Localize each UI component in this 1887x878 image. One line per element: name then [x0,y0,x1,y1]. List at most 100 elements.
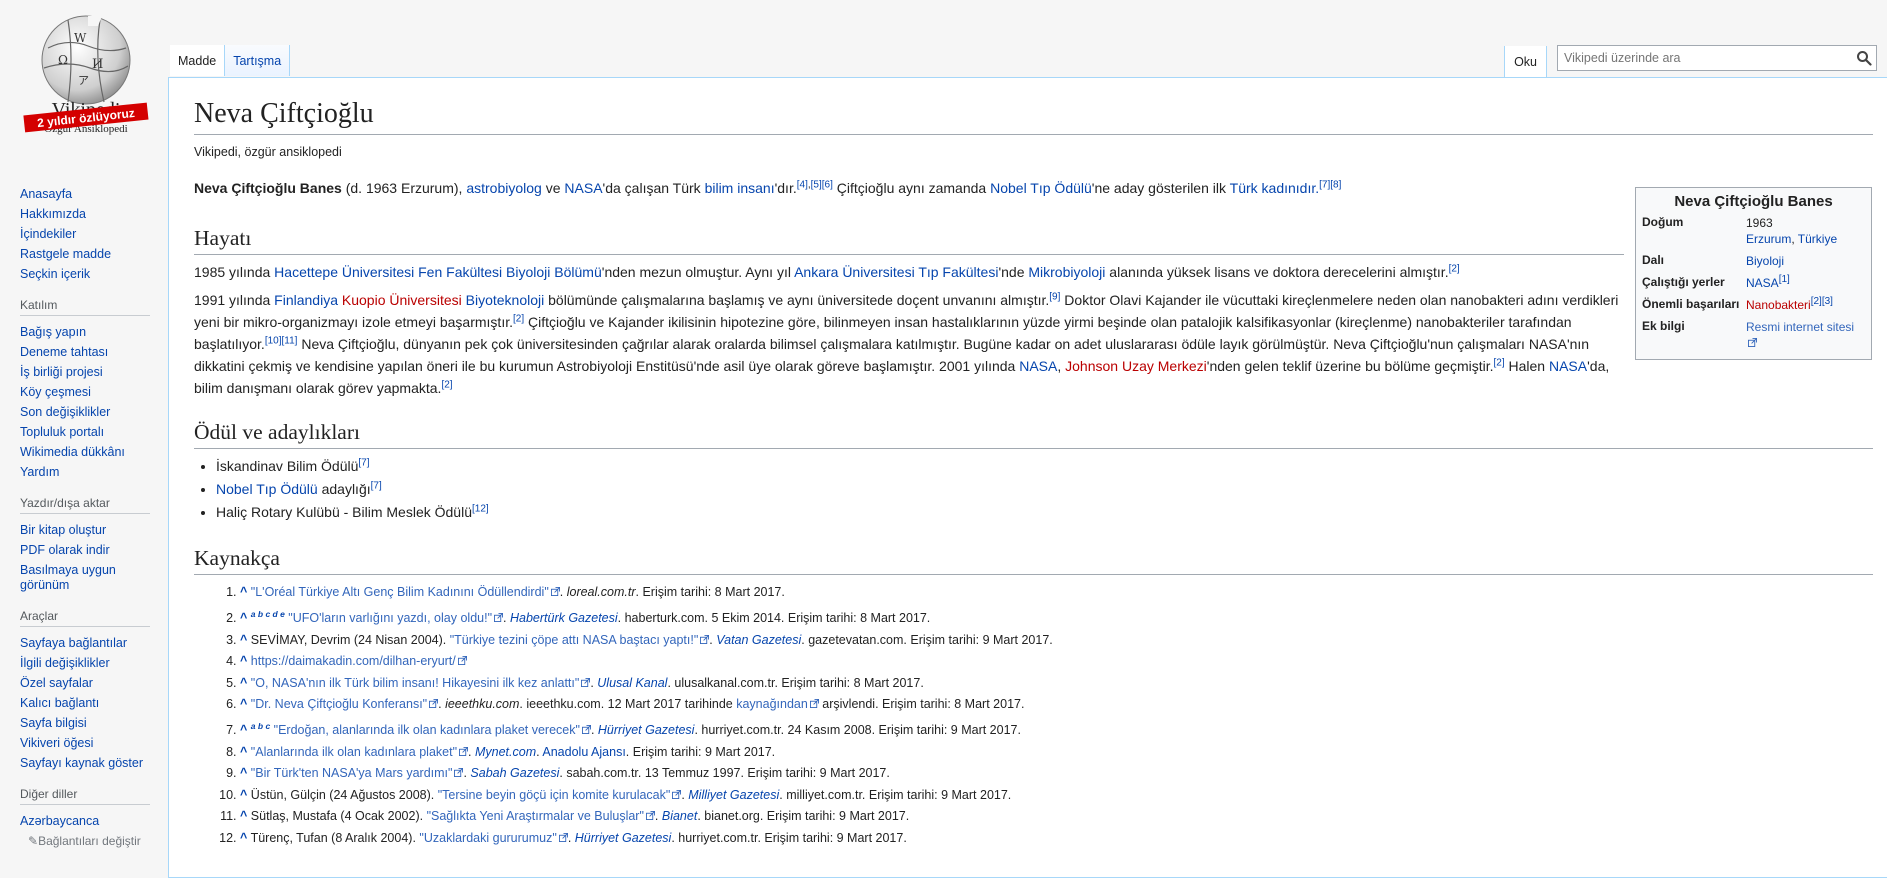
sidebar-item-about[interactable]: Hakkımızda [20,204,150,224]
link-johnson[interactable]: Johnson Uzay Merkezi [1065,358,1207,374]
sidebar-link[interactable]: Seçkin içerik [20,267,90,281]
agency-link[interactable]: Anadolu Ajansı [542,745,625,759]
link-nasa[interactable]: NASA [1019,358,1057,374]
sidebar-item-random[interactable]: Rastgele madde [20,244,150,264]
backlink[interactable]: ^ [240,697,247,711]
wikipedia-logo[interactable]: W Ω И ア Vikipedi Özgür Ansiklopedi 2 yıl… [18,8,168,158]
sidebar-item-shop[interactable]: Wikimedia dükkânı [20,442,150,462]
backlink[interactable]: ^ [240,809,247,823]
sidebar-item-view-source[interactable]: Sayfayı kaynak göster [20,753,150,773]
backlink[interactable]: ^ [240,611,247,625]
sidebar-item-village-pump[interactable]: Köy çeşmesi [20,382,150,402]
external-link[interactable]: "Tersine beyin göçü için komite kurulaca… [438,788,671,802]
citation-link[interactable]: [2] [1449,264,1460,275]
citation-link[interactable]: [2] [513,314,524,325]
publisher-link[interactable]: Milliyet Gazetesi [688,788,779,802]
link-nobel[interactable]: Nobel Tıp Ödülü [216,481,318,497]
citation-link[interactable]: [11] [282,336,298,347]
sidebar-item-what-links-here[interactable]: Sayfaya bağlantılar [20,633,150,653]
sidebar-link[interactable]: Azərbaycanca [20,814,99,828]
link-ankara[interactable]: Ankara Üniversitesi Tıp Fakültesi [794,264,998,280]
sidebar-item-featured[interactable]: Seçkin içerik [20,264,150,284]
link-turkish-woman[interactable]: Türk kadınıdır. [1230,180,1319,196]
backlink[interactable]: ^ [240,633,247,647]
publisher-link[interactable]: Sabah Gazetesi [470,766,559,780]
citation-link[interactable]: [10] [265,336,282,347]
sidebar-link[interactable]: Hakkımızda [20,207,86,221]
search-icon[interactable] [1856,50,1872,66]
search-input[interactable] [1558,46,1840,70]
sidebar-item-help[interactable]: Yardım [20,462,150,482]
external-link[interactable]: "Alanlarında ilk olan kadınlara plaket" [251,745,457,759]
citation-link[interactable]: [7] [371,481,382,492]
sidebar-item-main[interactable]: Anasayfa [20,184,150,204]
link-scientist[interactable]: bilim insanı [705,180,775,196]
publisher-link[interactable]: Bianet [662,809,697,823]
sidebar-item-donate[interactable]: Bağış yapın [20,322,150,342]
sidebar-item-contents[interactable]: İçindekiler [20,224,150,244]
publisher-link[interactable]: Ulusal Kanal [597,676,667,690]
external-link[interactable]: "Türkiye tezini çöpe attı NASA baştacı y… [450,633,699,647]
external-link[interactable]: "Bir Türk'ten NASA'ya Mars yardımı" [251,766,453,780]
link-biology[interactable]: Biyoloji [1746,254,1784,268]
citation-link[interactable]: [9] [1049,292,1060,303]
link-nasa[interactable]: NASA [1746,276,1779,290]
sidebar-item-download-pdf[interactable]: PDF olarak indir [20,540,150,560]
link-nobel[interactable]: Nobel Tıp Ödülü [990,180,1092,196]
external-link[interactable]: "O, NASA'nın ilk Türk bilim insanı! Hika… [251,676,580,690]
citation-link[interactable]: [4] [797,180,808,191]
sidebar-link[interactable]: Anasayfa [20,187,72,201]
backlink[interactable]: ^ [240,654,247,668]
link-nasa[interactable]: NASA [564,180,602,196]
link-astrobiologist[interactable]: astrobiyolog [466,180,542,196]
official-website-link[interactable]: Resmi internet sitesi [1746,320,1854,334]
publisher-link[interactable]: Hürriyet Gazetesi [575,831,672,845]
sidebar-link[interactable]: Sayfayı kaynak göster [20,756,143,770]
sidebar-item-create-book[interactable]: Bir kitap oluştur [20,520,150,540]
link-biotechnology[interactable]: Biyoteknoloji [466,292,545,308]
citation-link[interactable]: [2] [1494,358,1505,369]
external-link[interactable]: "Uzaklardaki gururumuz" [419,831,556,845]
backlink[interactable]: ^ [240,766,247,780]
link-nasa[interactable]: NASA [1549,358,1587,374]
sidebar-link[interactable]: Son değişiklikler [20,405,110,419]
link-microbiology[interactable]: Mikrobiyoloji [1028,264,1105,280]
sidebar-link[interactable]: Sayfaya bağlantılar [20,636,127,650]
sidebar-item-wikidata[interactable]: Vikiveri öğesi [20,733,150,753]
external-link[interactable]: "Sağlıkta Yeni Araştırmalar ve Buluşlar" [427,809,644,823]
sidebar-link[interactable]: Yardım [20,465,59,479]
citation-link[interactable]: [12] [472,504,489,515]
sidebar-link[interactable]: Basılmaya uygun görünüm [20,563,116,592]
sidebar-item-sandbox[interactable]: Deneme tahtası [20,342,150,362]
sidebar-link[interactable]: Köy çeşmesi [20,385,91,399]
citation-link[interactable]: [3] [1822,296,1833,307]
citation-link[interactable]: [1] [1779,274,1790,285]
sidebar-item-community-portal[interactable]: Topluluk portalı [20,422,150,442]
sidebar-item-page-info[interactable]: Sayfa bilgisi [20,713,150,733]
backlink[interactable]: ^ [240,745,247,759]
tab-read[interactable]: Oku [1504,46,1547,77]
citation-link[interactable]: [7] [1319,180,1330,191]
sidebar-link[interactable]: Kalıcı bağlantı [20,696,99,710]
backlink[interactable]: ^ [240,676,247,690]
sidebar-link[interactable]: İlgili değişiklikler [20,656,110,670]
sidebar-link[interactable]: İçindekiler [20,227,76,241]
backlink[interactable]: ^ [240,788,247,802]
tab-talk[interactable]: Tartışma [225,45,291,76]
publisher-link[interactable]: Hürriyet Gazetesi [598,723,695,737]
external-link[interactable]: https://daimakadin.com/dilhan-eryurt/ [251,654,456,668]
sidebar-link[interactable]: İş birliği projesi [20,365,103,379]
sidebar-link[interactable]: Bir kitap oluştur [20,523,106,537]
edit-links[interactable]: ✎Bağlantıları değiştir [20,831,150,851]
citation-link[interactable]: [6] [822,180,833,191]
link-nanobacteria[interactable]: Nanobakteri [1746,298,1811,312]
sidebar-item-related-changes[interactable]: İlgili değişiklikler [20,653,150,673]
link-turkey[interactable]: Türkiye [1798,232,1837,246]
sidebar-item-collab[interactable]: İş birliği projesi [20,362,150,382]
citation-link[interactable]: [7] [358,458,369,469]
sidebar-item-lang-az[interactable]: Azərbaycanca [20,811,150,831]
link-finland[interactable]: Finlandiya [274,292,338,308]
link-erzurum[interactable]: Erzurum [1746,232,1791,246]
sidebar-link[interactable]: Deneme tahtası [20,345,108,359]
sidebar-item-printable[interactable]: Basılmaya uygun görünüm [20,560,150,595]
